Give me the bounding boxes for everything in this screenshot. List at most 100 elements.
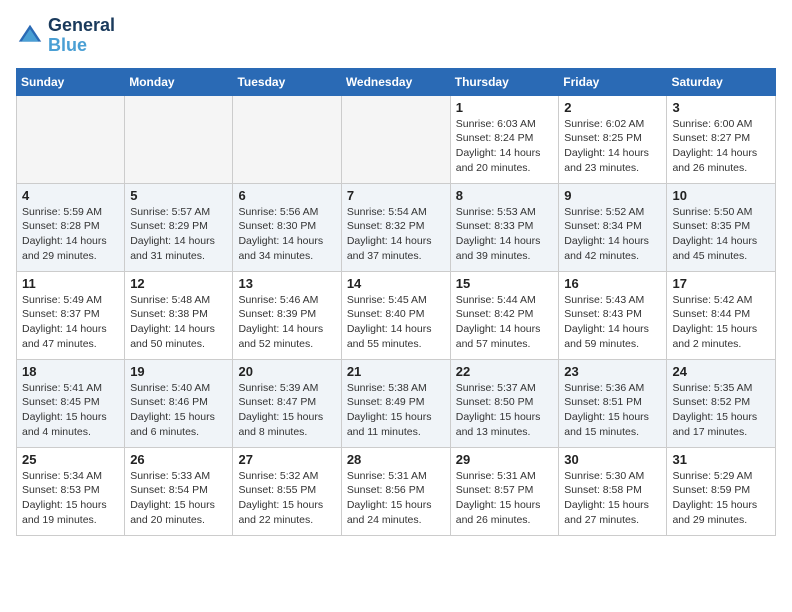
calendar-cell: 8 Sunrise: 5:53 AMSunset: 8:33 PMDaylight… [450, 183, 559, 271]
day-number: 8 [456, 188, 554, 203]
calendar-cell: 29 Sunrise: 5:31 AMSunset: 8:57 PMDayligh… [450, 447, 559, 535]
calendar-cell: 14Sunrise: 5:45 AMSunset: 8:40 PMDayligh… [341, 271, 450, 359]
calendar-cell [233, 95, 341, 183]
day-info: Sunrise: 5:54 AMSunset: 8:32 PMDaylight:… [347, 205, 445, 264]
day-number: 12 [130, 276, 227, 291]
day-info: Sunrise: 5:57 AMSunset: 8:29 PMDaylight:… [130, 205, 227, 264]
calendar-cell: 3 Sunrise: 6:00 AMSunset: 8:27 PMDaylight… [667, 95, 776, 183]
calendar-week-row: 11Sunrise: 5:49 AMSunset: 8:37 PMDayligh… [17, 271, 776, 359]
calendar-week-row: 1 Sunrise: 6:03 AMSunset: 8:24 PMDaylight… [17, 95, 776, 183]
day-number: 25 [22, 452, 119, 467]
calendar-cell: 26 Sunrise: 5:33 AMSunset: 8:54 PMDayligh… [125, 447, 233, 535]
day-number: 4 [22, 188, 119, 203]
calendar-cell: 23 Sunrise: 5:36 AMSunset: 8:51 PMDayligh… [559, 359, 667, 447]
day-number: 17 [672, 276, 770, 291]
day-number: 7 [347, 188, 445, 203]
day-info: Sunrise: 5:32 AMSunset: 8:55 PMDaylight:… [238, 469, 335, 528]
calendar-header-thursday: Thursday [450, 68, 559, 95]
day-number: 29 [456, 452, 554, 467]
logo-icon [16, 22, 44, 50]
day-info: Sunrise: 5:50 AMSunset: 8:35 PMDaylight:… [672, 205, 770, 264]
calendar-cell: 28 Sunrise: 5:31 AMSunset: 8:56 PMDayligh… [341, 447, 450, 535]
calendar-cell: 11Sunrise: 5:49 AMSunset: 8:37 PMDayligh… [17, 271, 125, 359]
calendar-cell: 13 Sunrise: 5:46 AMSunset: 8:39 PMDayligh… [233, 271, 341, 359]
day-info: Sunrise: 5:31 AMSunset: 8:57 PMDaylight:… [456, 469, 554, 528]
day-info: Sunrise: 5:39 AMSunset: 8:47 PMDaylight:… [238, 381, 335, 440]
day-info: Sunrise: 5:46 AMSunset: 8:39 PMDaylight:… [238, 293, 335, 352]
calendar-cell: 9Sunrise: 5:52 AMSunset: 8:34 PMDaylight… [559, 183, 667, 271]
day-number: 24 [672, 364, 770, 379]
calendar-header-sunday: Sunday [17, 68, 125, 95]
day-info: Sunrise: 5:36 AMSunset: 8:51 PMDaylight:… [564, 381, 661, 440]
day-info: Sunrise: 5:30 AMSunset: 8:58 PMDaylight:… [564, 469, 661, 528]
day-info: Sunrise: 5:35 AMSunset: 8:52 PMDaylight:… [672, 381, 770, 440]
header: General Blue [16, 16, 776, 56]
day-number: 6 [238, 188, 335, 203]
day-info: Sunrise: 5:29 AMSunset: 8:59 PMDaylight:… [672, 469, 770, 528]
day-info: Sunrise: 5:31 AMSunset: 8:56 PMDaylight:… [347, 469, 445, 528]
calendar-header-wednesday: Wednesday [341, 68, 450, 95]
logo: General Blue [16, 16, 115, 56]
calendar-cell: 2 Sunrise: 6:02 AMSunset: 8:25 PMDaylight… [559, 95, 667, 183]
calendar-cell: 27Sunrise: 5:32 AMSunset: 8:55 PMDayligh… [233, 447, 341, 535]
day-info: Sunrise: 5:41 AMSunset: 8:45 PMDaylight:… [22, 381, 119, 440]
calendar-header-friday: Friday [559, 68, 667, 95]
day-info: Sunrise: 5:56 AMSunset: 8:30 PMDaylight:… [238, 205, 335, 264]
calendar-cell: 1 Sunrise: 6:03 AMSunset: 8:24 PMDaylight… [450, 95, 559, 183]
day-info: Sunrise: 5:45 AMSunset: 8:40 PMDaylight:… [347, 293, 445, 352]
calendar-cell: 4Sunrise: 5:59 AMSunset: 8:28 PMDaylight… [17, 183, 125, 271]
day-number: 16 [564, 276, 661, 291]
day-info: Sunrise: 5:52 AMSunset: 8:34 PMDaylight:… [564, 205, 661, 264]
day-number: 3 [672, 100, 770, 115]
day-info: Sunrise: 5:37 AMSunset: 8:50 PMDaylight:… [456, 381, 554, 440]
calendar-cell [341, 95, 450, 183]
logo-text: General Blue [48, 16, 115, 56]
day-info: Sunrise: 5:48 AMSunset: 8:38 PMDaylight:… [130, 293, 227, 352]
calendar-week-row: 25 Sunrise: 5:34 AMSunset: 8:53 PMDayligh… [17, 447, 776, 535]
day-number: 2 [564, 100, 661, 115]
day-number: 15 [456, 276, 554, 291]
calendar-cell: 18 Sunrise: 5:41 AMSunset: 8:45 PMDayligh… [17, 359, 125, 447]
calendar-cell [125, 95, 233, 183]
day-info: Sunrise: 5:53 AMSunset: 8:33 PMDaylight:… [456, 205, 554, 264]
day-number: 30 [564, 452, 661, 467]
calendar-header-saturday: Saturday [667, 68, 776, 95]
day-info: Sunrise: 5:44 AMSunset: 8:42 PMDaylight:… [456, 293, 554, 352]
day-info: Sunrise: 5:42 AMSunset: 8:44 PMDaylight:… [672, 293, 770, 352]
day-number: 28 [347, 452, 445, 467]
calendar-cell: 6 Sunrise: 5:56 AMSunset: 8:30 PMDaylight… [233, 183, 341, 271]
day-number: 23 [564, 364, 661, 379]
calendar-cell: 12 Sunrise: 5:48 AMSunset: 8:38 PMDayligh… [125, 271, 233, 359]
day-info: Sunrise: 5:34 AMSunset: 8:53 PMDaylight:… [22, 469, 119, 528]
calendar-cell: 7 Sunrise: 5:54 AMSunset: 8:32 PMDaylight… [341, 183, 450, 271]
day-number: 20 [238, 364, 335, 379]
day-number: 1 [456, 100, 554, 115]
day-number: 11 [22, 276, 119, 291]
calendar-cell: 21Sunrise: 5:38 AMSunset: 8:49 PMDayligh… [341, 359, 450, 447]
calendar-header-row: SundayMondayTuesdayWednesdayThursdayFrid… [17, 68, 776, 95]
calendar-week-row: 4Sunrise: 5:59 AMSunset: 8:28 PMDaylight… [17, 183, 776, 271]
calendar-header-tuesday: Tuesday [233, 68, 341, 95]
calendar-cell: 30 Sunrise: 5:30 AMSunset: 8:58 PMDayligh… [559, 447, 667, 535]
day-number: 22 [456, 364, 554, 379]
day-info: Sunrise: 6:02 AMSunset: 8:25 PMDaylight:… [564, 117, 661, 176]
calendar-cell: 25 Sunrise: 5:34 AMSunset: 8:53 PMDayligh… [17, 447, 125, 535]
calendar-cell [17, 95, 125, 183]
day-number: 26 [130, 452, 227, 467]
calendar-cell: 5 Sunrise: 5:57 AMSunset: 8:29 PMDaylight… [125, 183, 233, 271]
calendar-cell: 15 Sunrise: 5:44 AMSunset: 8:42 PMDayligh… [450, 271, 559, 359]
calendar-cell: 16 Sunrise: 5:43 AMSunset: 8:43 PMDayligh… [559, 271, 667, 359]
calendar-cell: 17 Sunrise: 5:42 AMSunset: 8:44 PMDayligh… [667, 271, 776, 359]
calendar: SundayMondayTuesdayWednesdayThursdayFrid… [16, 68, 776, 536]
day-number: 31 [672, 452, 770, 467]
day-info: Sunrise: 6:00 AMSunset: 8:27 PMDaylight:… [672, 117, 770, 176]
calendar-cell: 22 Sunrise: 5:37 AMSunset: 8:50 PMDayligh… [450, 359, 559, 447]
day-info: Sunrise: 6:03 AMSunset: 8:24 PMDaylight:… [456, 117, 554, 176]
day-number: 21 [347, 364, 445, 379]
day-number: 18 [22, 364, 119, 379]
day-number: 13 [238, 276, 335, 291]
day-number: 5 [130, 188, 227, 203]
day-info: Sunrise: 5:33 AMSunset: 8:54 PMDaylight:… [130, 469, 227, 528]
day-info: Sunrise: 5:43 AMSunset: 8:43 PMDaylight:… [564, 293, 661, 352]
calendar-cell: 24 Sunrise: 5:35 AMSunset: 8:52 PMDayligh… [667, 359, 776, 447]
